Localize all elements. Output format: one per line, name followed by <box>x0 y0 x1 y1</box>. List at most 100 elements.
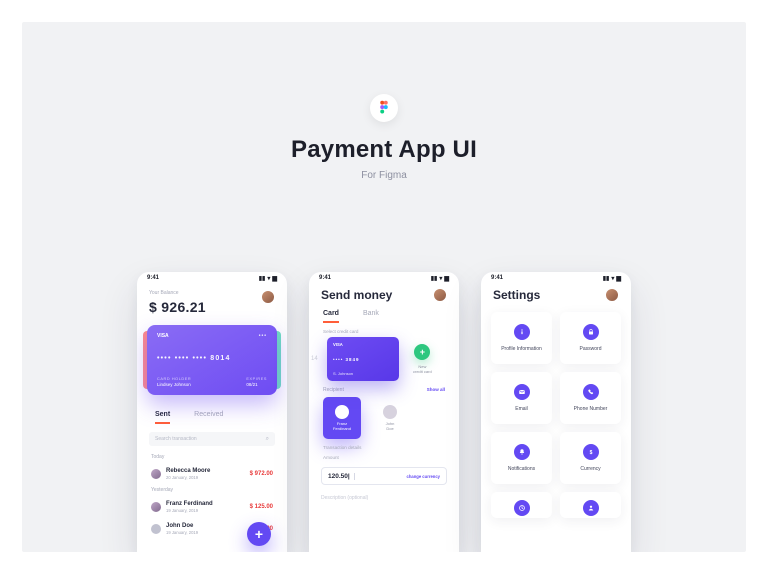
select-card-label: Select credit card <box>309 323 459 337</box>
screen-title: Send money <box>321 288 392 302</box>
tile-more[interactable] <box>560 492 621 518</box>
recipient-item[interactable]: Franz Ferdinand <box>323 397 361 439</box>
tx-avatar <box>151 524 161 534</box>
recipient-name: Franz Ferdinand <box>333 422 351 432</box>
bell-icon <box>514 444 530 460</box>
card-exp: 08/21 <box>246 382 257 387</box>
svg-text:$: $ <box>589 450 592 456</box>
clock-icon <box>514 500 530 516</box>
tile-phone[interactable]: Phone Number <box>560 372 621 424</box>
card-menu-icon[interactable]: ••• <box>259 333 267 339</box>
recipient-item[interactable]: John Doe <box>371 397 409 439</box>
group-yesterday: Yesterday <box>137 485 287 496</box>
info-icon <box>514 324 530 340</box>
status-icons: ▮▮▾▆ <box>603 275 621 282</box>
avatar[interactable] <box>433 288 447 302</box>
search-input[interactable]: Search transaction ⌕ <box>149 432 275 446</box>
recipient-name: John Doe <box>386 422 395 432</box>
recipient-label: Recipient <box>323 387 344 393</box>
tx-avatar <box>151 502 161 512</box>
card-number: •••• •••• •••• 8014 <box>157 355 267 362</box>
tab-bank[interactable]: Bank <box>363 306 379 323</box>
avatar[interactable] <box>605 288 619 302</box>
clock: 9:41 <box>491 275 503 281</box>
tx-name: Franz Ferdinand <box>166 501 213 507</box>
card-holder-label: CARD HOLDER <box>157 377 191 381</box>
tile-email[interactable]: Email <box>491 372 552 424</box>
tile-password[interactable]: Password <box>560 312 621 364</box>
mini-card-number: •••• 3849 <box>333 357 393 362</box>
transaction-row[interactable]: Rebecca Moore20 January, 2019 $ 972.00 <box>137 463 287 485</box>
caret-icon: | <box>348 473 350 480</box>
tile-label: Phone Number <box>574 406 608 412</box>
avatar[interactable] <box>261 290 275 304</box>
desc-hint: (optional) <box>347 495 368 501</box>
transaction-row[interactable]: Franz Ferdinand19 January, 2019 $ 125.00 <box>137 496 287 518</box>
mini-card-brand: VISA <box>333 342 393 347</box>
amount-value: 120.50 <box>328 473 348 480</box>
tile-label: Email <box>515 406 528 412</box>
card-holder: Lindsey Johnson <box>157 382 191 387</box>
screen-title: Settings <box>493 288 540 302</box>
search-icon: ⌕ <box>266 436 269 443</box>
description-label: Description (optional) <box>321 495 447 501</box>
add-card-button[interactable]: + New credit card <box>413 344 432 374</box>
add-button[interactable]: + <box>247 522 271 546</box>
tile-label: Currency <box>580 466 600 472</box>
tx-date: 20 January, 2019 <box>166 475 210 480</box>
change-currency-link[interactable]: change currency <box>406 474 440 479</box>
tx-amount: $ 972.00 <box>250 471 273 477</box>
page-title: Payment App UI <box>22 136 746 164</box>
amount-label: Amount <box>309 453 459 463</box>
dollar-icon: $ <box>583 444 599 460</box>
show-all-link[interactable]: Show all <box>427 387 445 392</box>
plus-icon: + <box>414 344 430 360</box>
mini-card-holder: S. Johnson <box>333 371 393 376</box>
bg-card-last4: 14 <box>311 356 318 362</box>
mini-credit-card[interactable]: VISA •••• 3849 S. Johnson <box>327 337 399 381</box>
tile-currency[interactable]: $ Currency <box>560 432 621 484</box>
search-placeholder: Search transaction <box>155 436 197 442</box>
screen-send-money: 9:41 ▮▮▾▆ Send money Card Bank Select cre… <box>309 272 459 552</box>
recipient-avatar <box>335 405 349 419</box>
tile-label: Profile Information <box>501 346 542 352</box>
tx-date: 19 January, 2019 <box>166 508 213 513</box>
tab-card[interactable]: Card <box>323 306 339 323</box>
credit-card[interactable]: VISA ••• •••• •••• •••• 8014 CARD HOLDER… <box>147 325 277 395</box>
page-subtitle: For Figma <box>22 170 746 181</box>
tx-name: John Doe <box>166 523 198 529</box>
tx-name: Rebecca Moore <box>166 468 210 474</box>
add-card-label: New credit card <box>413 364 432 374</box>
screen-settings: 9:41 ▮▮▾▆ Settings Profile Information Pa… <box>481 272 631 552</box>
status-bar: 9:41 ▮▮▾▆ <box>137 272 287 284</box>
tab-sent[interactable]: Sent <box>155 407 170 424</box>
details-label: Transaction details <box>309 439 459 453</box>
recipient-avatar <box>383 405 397 419</box>
tile-label: Notifications <box>508 466 535 472</box>
clock: 9:41 <box>319 275 331 281</box>
status-icons: ▮▮▾▆ <box>259 275 277 282</box>
tile-label: Password <box>580 346 602 352</box>
figma-icon <box>370 94 398 122</box>
clock: 9:41 <box>147 275 159 281</box>
tile-notifications[interactable]: Notifications <box>491 432 552 484</box>
user-icon <box>583 500 599 516</box>
tx-amount: $ 125.00 <box>250 504 273 510</box>
card-brand: VISA <box>157 333 169 339</box>
screen-balance: 9:41 ▮▮▾▆ Your Balance $ 926.21 VISA ••• <box>137 272 287 552</box>
card-exp-label: EXPIRES <box>246 377 267 381</box>
mail-icon <box>514 384 530 400</box>
desc-text: Description <box>321 495 346 501</box>
tx-date: 19 January, 2019 <box>166 530 198 535</box>
tile-profile[interactable]: Profile Information <box>491 312 552 364</box>
balance-value: $ 926.21 <box>149 299 206 315</box>
lock-icon <box>583 324 599 340</box>
tile-more[interactable] <box>491 492 552 518</box>
amount-input[interactable]: 120.50| change currency <box>321 467 447 485</box>
phone-icon <box>583 384 599 400</box>
group-today: Today <box>137 452 287 463</box>
tab-received[interactable]: Received <box>194 407 223 424</box>
tx-avatar <box>151 469 161 479</box>
status-icons: ▮▮▾▆ <box>431 275 449 282</box>
balance-label: Your Balance <box>149 290 206 296</box>
